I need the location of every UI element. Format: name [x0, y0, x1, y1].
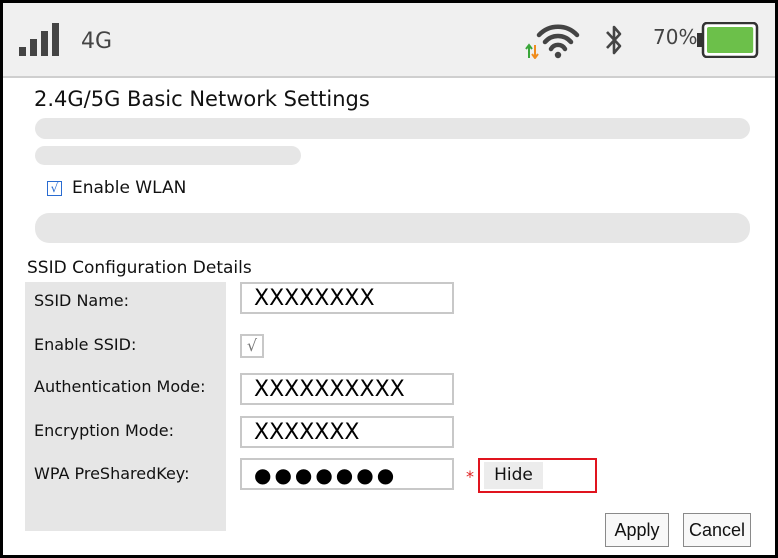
hide-button[interactable]: Hide — [484, 462, 543, 489]
status-bar: 4G 70% — [3, 3, 775, 78]
ssid-name-label: SSID Name: — [34, 291, 130, 310]
required-marker: * — [466, 467, 474, 486]
enable-wlan-checkbox[interactable]: √ Enable WLAN — [47, 178, 186, 198]
cancel-button[interactable]: Cancel — [683, 513, 751, 547]
wpa-key-input[interactable]: ●●●●●●● — [240, 458, 454, 490]
hide-key-highlight: Hide — [478, 458, 597, 493]
auth-mode-label: Authentication Mode: — [34, 377, 206, 396]
network-type: 4G — [81, 29, 113, 54]
enable-ssid-checkbox[interactable]: √ — [240, 334, 264, 358]
wpa-key-label: WPA PreSharedKey: — [34, 464, 190, 483]
apply-button[interactable]: Apply — [605, 513, 669, 547]
auth-mode-input[interactable]: XXXXXXXXXX — [240, 373, 454, 405]
battery-fill — [707, 27, 754, 53]
wifi-icon — [525, 24, 580, 59]
encryption-mode-input[interactable]: XXXXXXX — [240, 416, 454, 448]
device-screen: 4G 70% 2.4G/5G Basic Network Settings √ E… — [0, 0, 778, 558]
encryption-mode-label: Encryption Mode: — [34, 421, 174, 440]
placeholder-bar — [35, 213, 750, 243]
ssid-config-heading: SSID Configuration Details — [27, 258, 252, 278]
enable-wlan-label: Enable WLAN — [72, 178, 187, 198]
signal-icon — [19, 23, 59, 56]
battery-percent: 70% — [653, 25, 698, 49]
checkbox-check-icon: √ — [47, 180, 62, 196]
page-title: 2.4G/5G Basic Network Settings — [34, 87, 370, 111]
label-column — [25, 282, 226, 531]
ssid-name-input[interactable]: XXXXXXXX — [240, 282, 454, 314]
placeholder-bar — [35, 118, 750, 139]
battery-icon — [697, 22, 759, 58]
enable-ssid-label: Enable SSID: — [34, 335, 137, 354]
bluetooth-icon — [606, 25, 622, 55]
placeholder-bar — [35, 146, 301, 165]
